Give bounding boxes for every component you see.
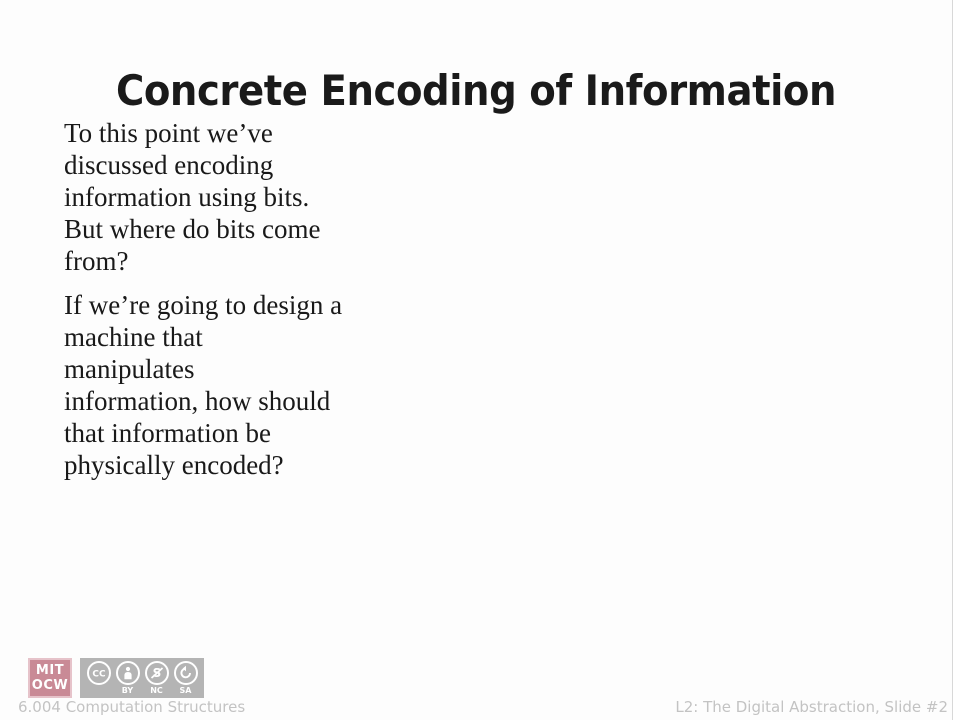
cc-item-nc: S NC [143,660,170,696]
mit-ocw-logo-line2: OCW [31,678,69,693]
paragraph-1-line-1: To this point we’ve [64,118,273,148]
paragraph-2-line-6: physically encoded? [64,450,284,480]
cc-item-by: BY [114,660,141,696]
creative-commons-badge[interactable]: CC BY S [80,658,204,698]
page-title: Concrete Encoding of Information [115,66,837,116]
attribution-person-icon [115,660,140,685]
paragraph-2-line-5: that information be [64,418,271,448]
noncommercial-dollar-slash-icon: S [144,660,169,685]
paragraph-1: To this point we’ve discussed encoding i… [64,117,484,277]
paragraph-2-line-2: machine that [64,322,203,352]
cc-item-cc: CC [85,660,112,696]
paragraph-1-line-2: discussed encoding [64,150,274,180]
footer-logo-group: MIT OCW CC BY NC SA [28,658,204,698]
slide-right-margin [953,0,960,720]
svg-text:CC: CC [92,669,106,679]
cc-item-sa: SA [172,660,199,696]
slide-body: To this point we’ve discussed encoding i… [64,117,484,481]
paragraph-1-line-5: from? [64,246,129,276]
footer-course-label: 6.004 Computation Structures [18,698,246,716]
paragraph-1-line-3: information using bits. [64,182,310,212]
cc-label-by: BY [121,685,134,695]
mit-ocw-logo[interactable]: MIT OCW [28,658,72,698]
paragraph-2-line-1: If we’re going to design a [64,290,343,320]
cc-label-sa: SA [179,685,192,695]
slide-canvas: Concrete Encoding of Information To this… [0,0,960,720]
mit-ocw-logo-line1: MIT [35,663,65,678]
paragraph-1-line-4: But where do bits come [64,214,321,244]
paragraph-2: If we’re going to design a machine that … [64,289,484,481]
sharealike-arrow-icon [173,660,198,685]
footer-lecture-label: L2: The Digital Abstraction, Slide #2 [675,698,948,716]
paragraph-2-line-3: manipulates [64,354,195,384]
cc-label-nc: NC [150,685,163,695]
cc-icon: CC [86,660,111,685]
paragraph-2-line-4: information, how should [64,386,331,416]
